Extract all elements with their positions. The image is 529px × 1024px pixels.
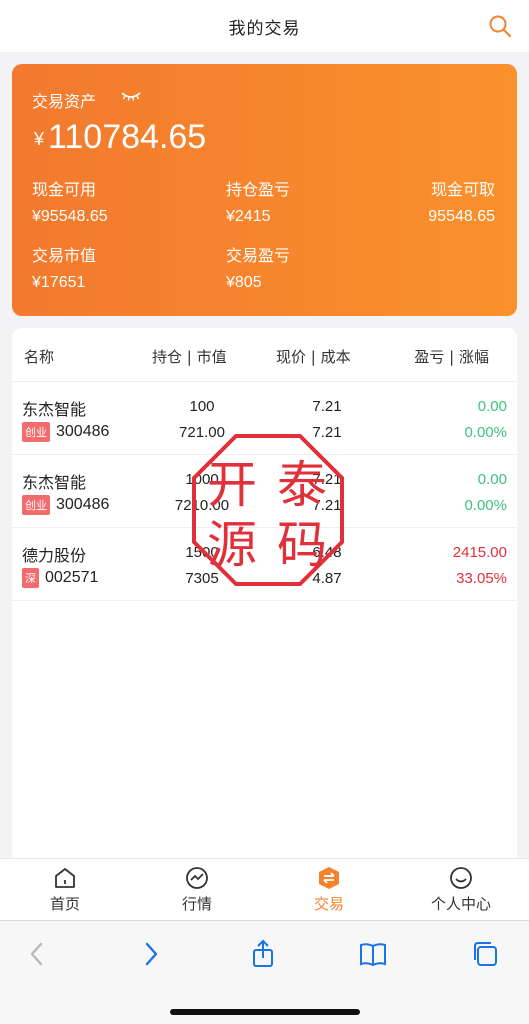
- tab-profile-label: 个人中心: [430, 895, 491, 913]
- tab-trade-label: 交易: [313, 895, 344, 913]
- stock-code: 002571: [45, 569, 99, 586]
- assets-label: 交易资产: [32, 92, 97, 111]
- board-badge: 创业: [22, 495, 50, 515]
- profit-loss: 0.00: [477, 471, 507, 488]
- home-indicator: [170, 1009, 360, 1015]
- asset-summary-card: 交易资产 ¥110784.65 现金可用 ¥95548.65 持仓盈亏 ¥241…: [12, 64, 517, 316]
- holding-qty: 1000: [185, 471, 219, 488]
- tab-home[interactable]: 首页: [20, 865, 110, 914]
- current-price: 7.21: [312, 471, 342, 488]
- cash-available-label: 现金可用: [32, 180, 97, 199]
- page-title: 我的交易: [228, 18, 301, 39]
- app-header: 我的交易: [0, 0, 529, 52]
- tabs-icon[interactable]: [470, 939, 500, 969]
- stock-name: 东杰智能: [22, 473, 87, 492]
- stock-name: 东杰智能: [22, 400, 87, 419]
- change-pct: 33.05%: [456, 570, 507, 587]
- cash-withdraw: 现金可取 95548.65: [428, 176, 495, 226]
- holding-pl-label: 持仓盈亏: [226, 180, 291, 199]
- tab-market[interactable]: 行情: [152, 865, 242, 914]
- search-icon[interactable]: [487, 13, 513, 39]
- positions-table: 名称 持仓 | 市值 现价 | 成本 盈亏 | 涨幅 东杰智能 创业 30048…: [12, 328, 517, 868]
- stock-code: 300486: [56, 423, 110, 440]
- header-pl-pct: 盈亏 | 涨幅: [414, 348, 489, 366]
- currency-symbol: ¥: [34, 129, 45, 149]
- bookmarks-icon[interactable]: [358, 939, 388, 969]
- market-value: 7305: [185, 570, 219, 587]
- market-value-label: 交易市值: [32, 246, 97, 265]
- stock-code: 300486: [56, 496, 110, 513]
- board-badge: 深: [22, 568, 39, 588]
- table-row[interactable]: 东杰智能 创业 300486 100 721.00 7.21 7.21 0.00…: [12, 382, 517, 455]
- market-value: 721.00: [179, 424, 225, 441]
- cash-withdraw-value: 95548.65: [428, 208, 495, 225]
- cash-available: 现金可用 ¥95548.65: [32, 176, 108, 226]
- change-pct: 0.00%: [464, 424, 507, 441]
- trade-pl-label: 交易盈亏: [226, 246, 291, 265]
- cash-withdraw-label: 现金可取: [430, 180, 495, 199]
- bottom-tab-bar: 首页 行情 交易 个人中心: [0, 858, 529, 920]
- holding-qty: 1500: [185, 544, 219, 561]
- tab-home-label: 首页: [49, 895, 80, 913]
- current-price: 6.48: [312, 544, 342, 561]
- trade-pl-value: ¥805: [226, 274, 262, 291]
- share-icon[interactable]: [248, 939, 278, 969]
- board-badge: 创业: [22, 422, 50, 442]
- table-row[interactable]: 东杰智能 创业 300486 1000 7210.00 7.21 7.21 0.…: [12, 455, 517, 528]
- market-value: 7210.00: [174, 497, 230, 514]
- header-price-cost: 现价 | 成本: [276, 348, 351, 366]
- browser-toolbar: [0, 920, 529, 1024]
- profit-loss: 0.00: [477, 398, 507, 415]
- change-pct: 0.00%: [464, 497, 507, 514]
- holding-qty: 100: [189, 398, 215, 415]
- table-header: 名称 持仓 | 市值 现价 | 成本 盈亏 | 涨幅: [12, 328, 517, 382]
- holding-pl: 持仓盈亏 ¥2415: [226, 176, 290, 226]
- stock-name: 德力股份: [22, 546, 87, 565]
- header-qty-mv: 持仓 | 市值: [152, 348, 227, 366]
- swap-icon: [319, 867, 339, 889]
- market-value-value: ¥17651: [32, 274, 86, 291]
- smiley-icon: [450, 867, 472, 889]
- market-value: 交易市值 ¥17651: [32, 242, 96, 292]
- tab-trade[interactable]: 交易: [284, 865, 374, 914]
- eye-closed-icon[interactable]: [120, 88, 142, 104]
- header-name: 名称: [24, 348, 55, 366]
- home-icon: [55, 868, 75, 888]
- forward-icon[interactable]: [136, 939, 166, 969]
- tab-market-label: 行情: [181, 895, 212, 913]
- cost-price: 7.21: [312, 497, 342, 514]
- cash-available-value: ¥95548.65: [32, 208, 108, 225]
- tab-profile[interactable]: 个人中心: [416, 865, 506, 914]
- cost-price: 4.87: [312, 570, 342, 587]
- holding-pl-value: ¥2415: [226, 208, 271, 225]
- profit-loss: 2415.00: [452, 544, 507, 561]
- table-row[interactable]: 德力股份 深 002571 1500 7305 6.48 4.87 2415.0…: [12, 528, 517, 601]
- back-icon[interactable]: [22, 939, 52, 969]
- cost-price: 7.21: [312, 424, 342, 441]
- current-price: 7.21: [312, 398, 342, 415]
- trade-pl: 交易盈亏 ¥805: [226, 242, 290, 292]
- total-assets: ¥110784.65: [34, 118, 206, 157]
- trend-icon: [186, 867, 208, 889]
- total-assets-value: 110784.65: [48, 118, 207, 156]
